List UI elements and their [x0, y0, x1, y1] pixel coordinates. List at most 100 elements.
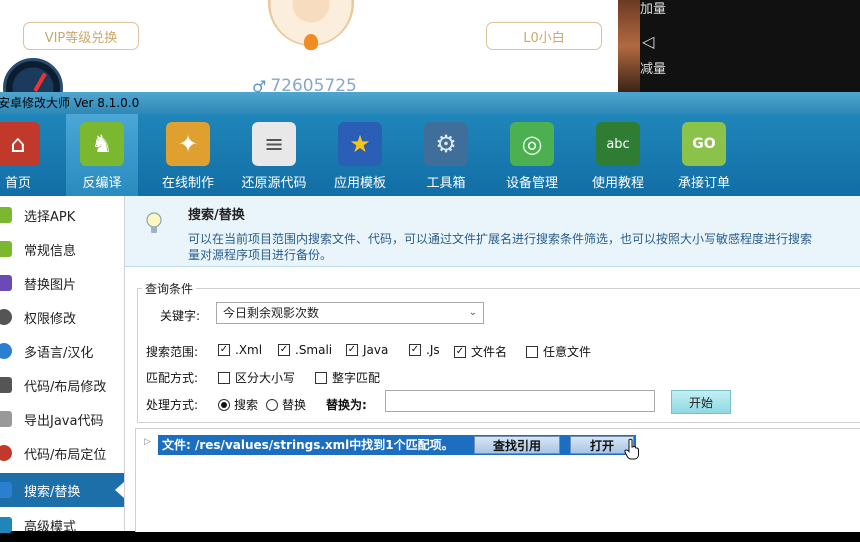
find-references-button[interactable]: 查找引用 — [474, 436, 560, 454]
home-icon: ⌂ — [0, 122, 40, 166]
sidebar-item-label: 导出Java代码 — [24, 413, 104, 429]
sidebar-item-code-layout-edit[interactable]: 代码/布局修改 — [0, 368, 124, 402]
main-toolbar: ⌂ 首页 ♞ 反编译 ✦ 在线制作 ≡ 还原源代码 ★ 应用模板 ⚙ 工具箱 ◎… — [0, 114, 860, 196]
sidebar-item-label: 代码/布局定位 — [24, 447, 107, 463]
shopping-bag-icon: GO — [682, 122, 726, 166]
checkbox-label: Java — [363, 343, 389, 357]
mode-search-radio[interactable]: 搜索 — [218, 396, 258, 413]
radio-label: 搜索 — [234, 398, 259, 412]
sidebar: 选择APK 常规信息 替换图片 权限修改 多语言/汉化 代码/布局修改 导出Ja… — [0, 196, 125, 535]
toolbar-decompile[interactable]: ♞ 反编译 — [66, 114, 138, 196]
chevron-down-icon[interactable]: ⌄ — [469, 303, 477, 323]
toolbar-tutorial[interactable]: abc 使用教程 — [582, 114, 654, 196]
replace-input[interactable] — [385, 390, 655, 412]
scope-xml-checkbox[interactable]: ✓ .Xml — [218, 343, 262, 357]
info-box: 搜索/替换 可以在当前项目范围内搜索文件、代码，可以通过文件扩展名进行搜索条件筛… — [125, 196, 860, 267]
result-text: 文件: /res/values/strings.xml中找到1个匹配项。 — [162, 438, 454, 452]
document-icon — [0, 411, 12, 427]
checkbox-mark: ✓ — [218, 344, 230, 356]
gear-icon — [0, 309, 12, 325]
document-icon: ≡ — [252, 122, 296, 166]
sidebar-item-advanced[interactable]: 高级模式 — [0, 508, 124, 542]
main-panel: 搜索/替换 可以在当前项目范围内搜索文件、代码，可以通过文件扩展名进行搜索条件筛… — [125, 196, 860, 532]
image-icon — [0, 275, 12, 291]
sidebar-item-general-info[interactable]: 常规信息 — [0, 232, 124, 266]
sidebar-item-label: 权限修改 — [24, 311, 77, 327]
checkbox-label: 区分大小写 — [235, 371, 296, 385]
keyword-combobox[interactable]: 今日剩余观影次数 ⌄ — [216, 302, 484, 324]
process-label: 处理方式: — [146, 398, 199, 412]
toolbar-label: 设备管理 — [505, 176, 558, 191]
checkbox-mark: ✓ — [346, 344, 358, 356]
sidebar-item-replace-image[interactable]: 替换图片 — [0, 266, 124, 300]
toolbar-label: 工具箱 — [426, 176, 466, 191]
search-icon — [0, 482, 12, 498]
expand-arrow-icon[interactable]: ▷ — [144, 437, 151, 447]
match-case-checkbox[interactable]: 区分大小写 — [218, 369, 295, 386]
window-title: 安卓修改大师 Ver 8.1.0.0 — [0, 96, 140, 110]
wrench-icon: ⚙ — [424, 122, 468, 166]
user-level-button[interactable]: L0小白 — [486, 22, 602, 50]
toolbar-toolbox[interactable]: ⚙ 工具箱 — [410, 114, 482, 196]
globe-icon — [0, 343, 12, 359]
sidebar-item-select-apk[interactable]: 选择APK — [0, 198, 124, 232]
description-line: 量对源程序项目进行备份。 — [188, 248, 333, 262]
sidebar-item-permissions[interactable]: 权限修改 — [0, 300, 124, 334]
toolbar-label: 反编译 — [82, 176, 122, 191]
scope-java-checkbox[interactable]: ✓ Java — [346, 343, 388, 357]
scope-smali-checkbox[interactable]: ✓ .Smali — [278, 343, 332, 357]
scope-any-file-checkbox[interactable]: 任意文件 — [526, 343, 591, 360]
toolbar-label: 首页 — [4, 176, 31, 191]
sidebar-item-label: 高级模式 — [24, 519, 77, 535]
toolbar-app-template[interactable]: ★ 应用模板 — [324, 114, 396, 196]
checkbox-label: 文件名 — [471, 345, 508, 359]
account-panel: VIP等级兑换 L0小白 ♂ 72605725 — [0, 0, 618, 96]
vip-exchange-button[interactable]: VIP等级兑换 — [23, 22, 139, 50]
lightbulb-icon — [146, 212, 162, 233]
volume-up-button[interactable]: 加量 — [640, 0, 666, 17]
volume-down-button[interactable]: 减量 — [640, 58, 666, 77]
match-label: 匹配方式: — [146, 371, 199, 385]
checkbox-label: .Js — [426, 343, 440, 357]
hand-cursor-icon — [624, 438, 639, 460]
sidebar-item-export-java[interactable]: 导出Java代码 — [0, 402, 124, 436]
checkbox-label: 任意文件 — [543, 345, 592, 359]
sidebar-item-search-replace[interactable]: 搜索/替换 — [0, 473, 124, 507]
toolbar-home[interactable]: ⌂ 首页 — [0, 114, 54, 196]
scope-js-checkbox[interactable]: ✓ .Js — [409, 343, 440, 357]
sidebar-item-label: 多语言/汉化 — [24, 345, 94, 361]
mode-replace-radio[interactable]: 替换 — [266, 396, 306, 413]
checkbox-label: .Smali — [295, 343, 333, 357]
sidebar-item-localization[interactable]: 多语言/汉化 — [0, 334, 124, 368]
toolbar-label: 还原源代码 — [241, 176, 307, 191]
match-whole-word-checkbox[interactable]: 整字匹配 — [315, 369, 380, 386]
sidebar-item-code-locate[interactable]: 代码/布局定位 — [0, 436, 124, 470]
checkbox-mark: ✓ — [409, 344, 421, 356]
radio-label: 替换 — [282, 398, 307, 412]
blackboard-icon: abc — [596, 122, 640, 166]
checkbox-label: .Xml — [235, 343, 263, 357]
checkbox-mark — [526, 345, 538, 358]
android-icon: ♞ — [80, 122, 124, 166]
sidebar-item-label: 常规信息 — [24, 243, 77, 259]
toolbar-device-manage[interactable]: ◎ 设备管理 — [496, 114, 568, 196]
toolbar-label: 承接订单 — [677, 176, 730, 191]
medal-icon — [304, 34, 318, 50]
sidebar-item-label: 搜索/替换 — [24, 484, 81, 500]
toolbar-restore-source[interactable]: ≡ 还原源代码 — [238, 114, 310, 196]
speaker-icon: ◁ — [642, 32, 655, 51]
replace-label: 替换为: — [326, 398, 367, 412]
pin-icon — [0, 445, 12, 461]
sidebar-item-label: 代码/布局修改 — [24, 379, 107, 395]
scope-filename-checkbox[interactable]: ✓ 文件名 — [454, 343, 507, 360]
checkbox-label: 整字匹配 — [332, 371, 381, 385]
toolbar-orders[interactable]: GO 承接订单 — [668, 114, 740, 196]
radio-mark — [266, 398, 278, 411]
result-row[interactable]: 文件: /res/values/strings.xml中找到1个匹配项。 — [158, 435, 636, 455]
start-button[interactable]: 开始 — [671, 390, 731, 414]
android-icon — [0, 241, 12, 257]
checkbox-mark: ✓ — [278, 344, 290, 356]
toolbar-online-make[interactable]: ✦ 在线制作 — [152, 114, 224, 196]
scope-label: 搜索范围: — [146, 345, 199, 359]
toolbar-label: 使用教程 — [591, 176, 644, 191]
